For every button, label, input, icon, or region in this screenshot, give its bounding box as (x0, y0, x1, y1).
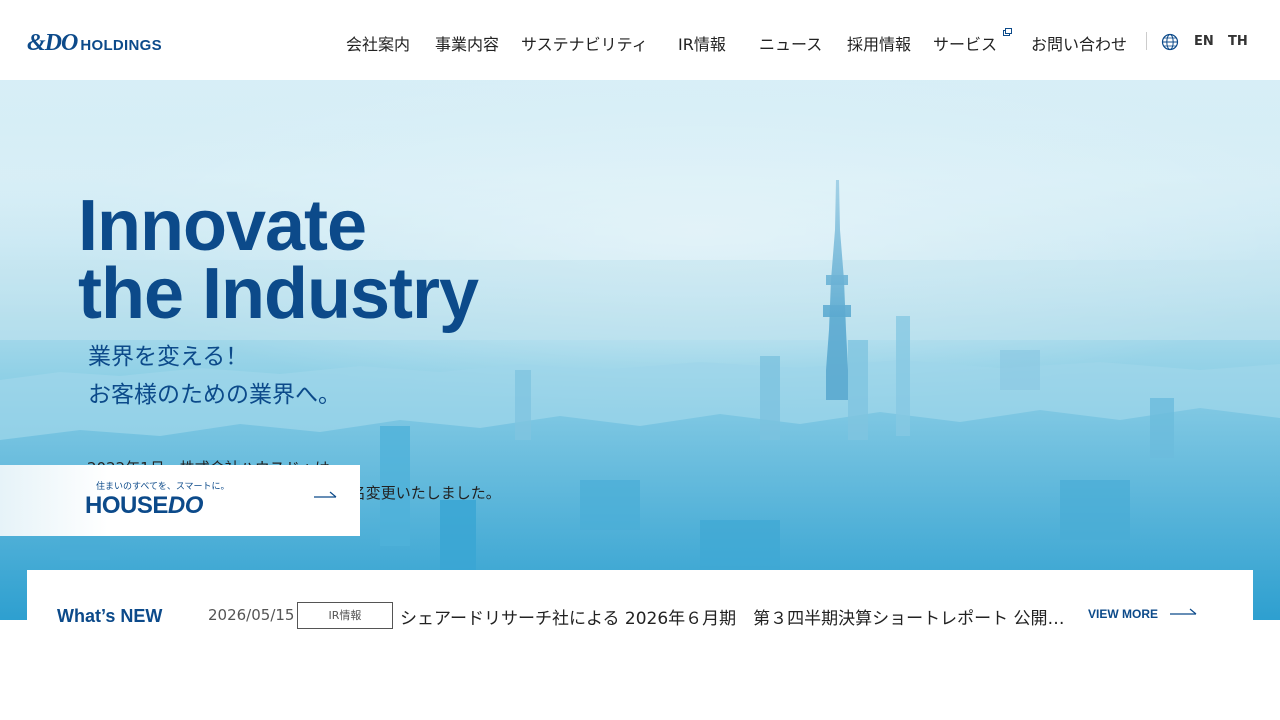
hero-title-line-2: the Industry (78, 254, 479, 334)
news-headline-link[interactable]: シェアードリサーチ社による 2026年６月期 第３四半期決算ショートレポート 公… (400, 604, 1080, 629)
hero-subtitle-line-2: お客様のための業界へ。 (88, 382, 341, 408)
news-date: 2026/05/15 (208, 606, 295, 624)
news-category-badge: IR情報 (297, 602, 393, 629)
nav-ir[interactable]: IR情報 (678, 31, 726, 55)
external-link-icon (1003, 28, 1012, 36)
hero-subtitle: 業界を変える！ お客様のための業界へ。 (88, 338, 341, 414)
nav-divider (1146, 32, 1147, 50)
hero-title-line-1: Innovate (78, 186, 367, 266)
hero-section: Innovate the Industry 業界を変える！ お客様のための業界へ… (0, 80, 1280, 620)
news-heading: What’s NEW (57, 606, 163, 626)
hero-subtitle-line-1: 業界を変える！ (88, 344, 249, 370)
nav-recruit[interactable]: 採用情報 (847, 31, 911, 55)
housedo-logo: HOUSEDO (85, 492, 203, 520)
nav-news[interactable]: ニュース (759, 31, 822, 55)
main-nav: 会社案内 事業内容 サステナビリティ IR情報 ニュース 採用情報 サービス お… (0, 0, 1280, 80)
globe-icon (1161, 33, 1179, 51)
housedo-banner-link[interactable]: 住まいのすべてを、スマートに。 HOUSEDO (0, 465, 360, 536)
lang-en[interactable]: EN (1194, 34, 1214, 49)
view-more-link[interactable]: VIEW MORE (1088, 607, 1158, 621)
nav-company[interactable]: 会社案内 (346, 31, 410, 55)
nav-sustainability[interactable]: サステナビリティ (521, 31, 648, 55)
site-header: &DO HOLDINGS 会社案内 事業内容 サステナビリティ IR情報 ニュー… (0, 0, 1280, 80)
lang-th[interactable]: TH (1228, 34, 1248, 49)
arrow-right-icon (314, 491, 337, 498)
nav-business[interactable]: 事業内容 (435, 31, 499, 55)
hero-title: Innovate the Industry (78, 186, 479, 334)
arrow-right-icon (1170, 608, 1197, 615)
housedo-logo-part-1: HOUSE (85, 492, 168, 519)
nav-contact[interactable]: お問い合わせ (1031, 31, 1127, 55)
whats-new-bar: What’s NEW 2026/05/15 IR情報 シェアードリサーチ社による… (27, 570, 1253, 660)
nav-services[interactable]: サービス (933, 31, 997, 55)
housedo-logo-part-2: DO (167, 492, 204, 519)
banner-tagline: 住まいのすべてを、スマートに。 (96, 482, 230, 492)
